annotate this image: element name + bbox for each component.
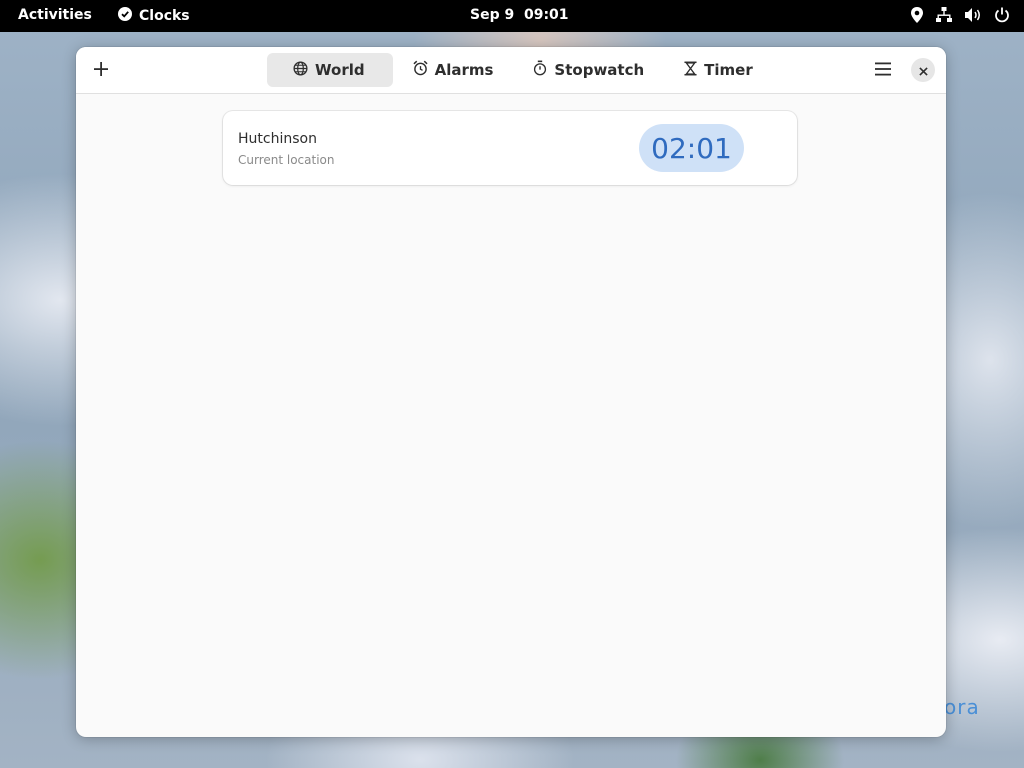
tab-timer[interactable]: Timer bbox=[664, 53, 773, 87]
volume-icon[interactable] bbox=[964, 7, 982, 23]
hamburger-menu-icon bbox=[875, 61, 891, 80]
globe-icon bbox=[293, 60, 308, 80]
app-menu[interactable]: Clocks bbox=[118, 7, 190, 25]
add-world-clock-button[interactable] bbox=[86, 55, 116, 85]
tab-timer-label: Timer bbox=[704, 61, 753, 79]
header-bar: World Alarms Stopwatch Timer bbox=[76, 47, 946, 94]
stopwatch-icon bbox=[533, 60, 547, 80]
tab-world[interactable]: World bbox=[267, 53, 393, 87]
main-menu-button[interactable] bbox=[868, 55, 898, 85]
wallpaper-logo-text: ora bbox=[944, 695, 980, 719]
activities-button[interactable]: Activities bbox=[18, 7, 92, 23]
clocks-window: World Alarms Stopwatch Timer Hutchinson … bbox=[76, 47, 946, 737]
view-switcher: World Alarms Stopwatch Timer bbox=[267, 53, 773, 87]
app-menu-label: Clocks bbox=[139, 8, 190, 24]
close-window-button[interactable] bbox=[911, 58, 935, 82]
tab-stopwatch-label: Stopwatch bbox=[554, 61, 645, 79]
clocks-app-icon bbox=[118, 7, 132, 25]
close-icon bbox=[918, 61, 928, 80]
power-icon[interactable] bbox=[994, 7, 1010, 23]
datetime-clock[interactable]: Sep 9 09:01 bbox=[470, 7, 569, 23]
network-icon[interactable] bbox=[936, 7, 952, 23]
tab-world-label: World bbox=[315, 61, 365, 79]
alarm-icon bbox=[413, 60, 428, 80]
system-tray[interactable] bbox=[910, 7, 1010, 23]
tab-alarms[interactable]: Alarms bbox=[393, 53, 514, 87]
world-clock-time: 02:01 bbox=[639, 124, 744, 172]
tab-alarms-label: Alarms bbox=[434, 61, 494, 79]
location-icon[interactable] bbox=[910, 7, 924, 23]
top-bar: Activities Clocks Sep 9 09:01 bbox=[0, 0, 1024, 32]
plus-icon bbox=[94, 61, 108, 80]
world-clock-city: Hutchinson bbox=[238, 131, 317, 147]
tab-stopwatch[interactable]: Stopwatch bbox=[513, 53, 664, 87]
hourglass-icon bbox=[684, 61, 697, 80]
world-clock-subtitle: Current location bbox=[238, 153, 335, 167]
world-clock-row[interactable]: Hutchinson Current location 02:01 bbox=[223, 111, 797, 185]
